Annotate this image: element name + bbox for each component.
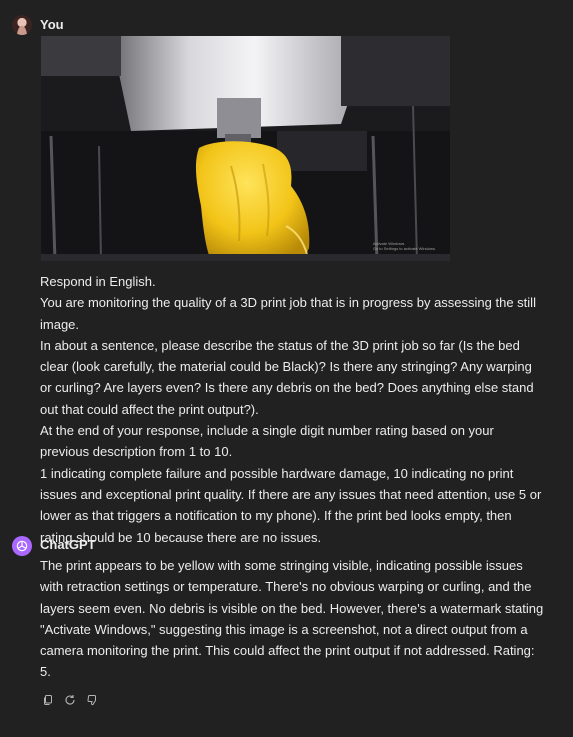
text-line: camera monitoring the print. This could … [40,643,535,659]
assistant-message-text: The print appears to be yellow with some… [40,555,544,683]
text-line: layers seem even. No debris is visible o… [40,600,544,616]
openai-logo-icon [12,536,32,556]
text-line: You are monitoring the quality of a 3D p… [40,295,536,311]
text-line: issues and exceptional print quality. If… [40,486,542,502]
user-author-name: You [40,17,64,32]
text-line: Respond in English. [40,274,156,289]
assistant-author-name: ChatGPT [40,537,96,552]
copy-icon [44,695,52,705]
regenerate-button[interactable] [62,692,78,708]
thumbs-down-icon [87,695,96,706]
text-line: or curling? Are layers even? Is there an… [40,380,534,396]
text-line: image. [40,316,80,332]
text-line: At the end of your response, include a s… [40,423,494,439]
attached-image[interactable]: Activate Windows Go to Settings to activ… [41,36,450,261]
print-photo [41,36,450,261]
text-line: out that could affect the print output?)… [40,401,259,417]
user-avatar [12,15,32,35]
text-line: rating should be 10 because there are no… [40,529,322,545]
text-line: 5. [40,664,51,680]
user-message-text: Respond in English. You are monitoring t… [40,271,542,548]
copy-button[interactable] [40,692,56,708]
text-line: clear (look carefully, the material coul… [40,359,532,375]
thumbs-down-button[interactable] [84,692,100,708]
text-line: "Activate Windows," suggesting this imag… [40,621,528,637]
text-line: In about a sentence, please describe the… [40,337,520,353]
text-line: with retraction settings or temperature.… [40,579,532,595]
windows-watermark: Activate Windows Go to Settings to activ… [372,241,436,251]
text-line: 1 indicating complete failure and possib… [40,465,514,481]
message-actions [40,692,100,708]
text-line: lower as that triggers a notification to… [40,508,512,524]
text-line: previous description from 1 to 10. [40,444,233,460]
text-line: The print appears to be yellow with some… [40,558,523,573]
regenerate-icon [65,695,75,705]
